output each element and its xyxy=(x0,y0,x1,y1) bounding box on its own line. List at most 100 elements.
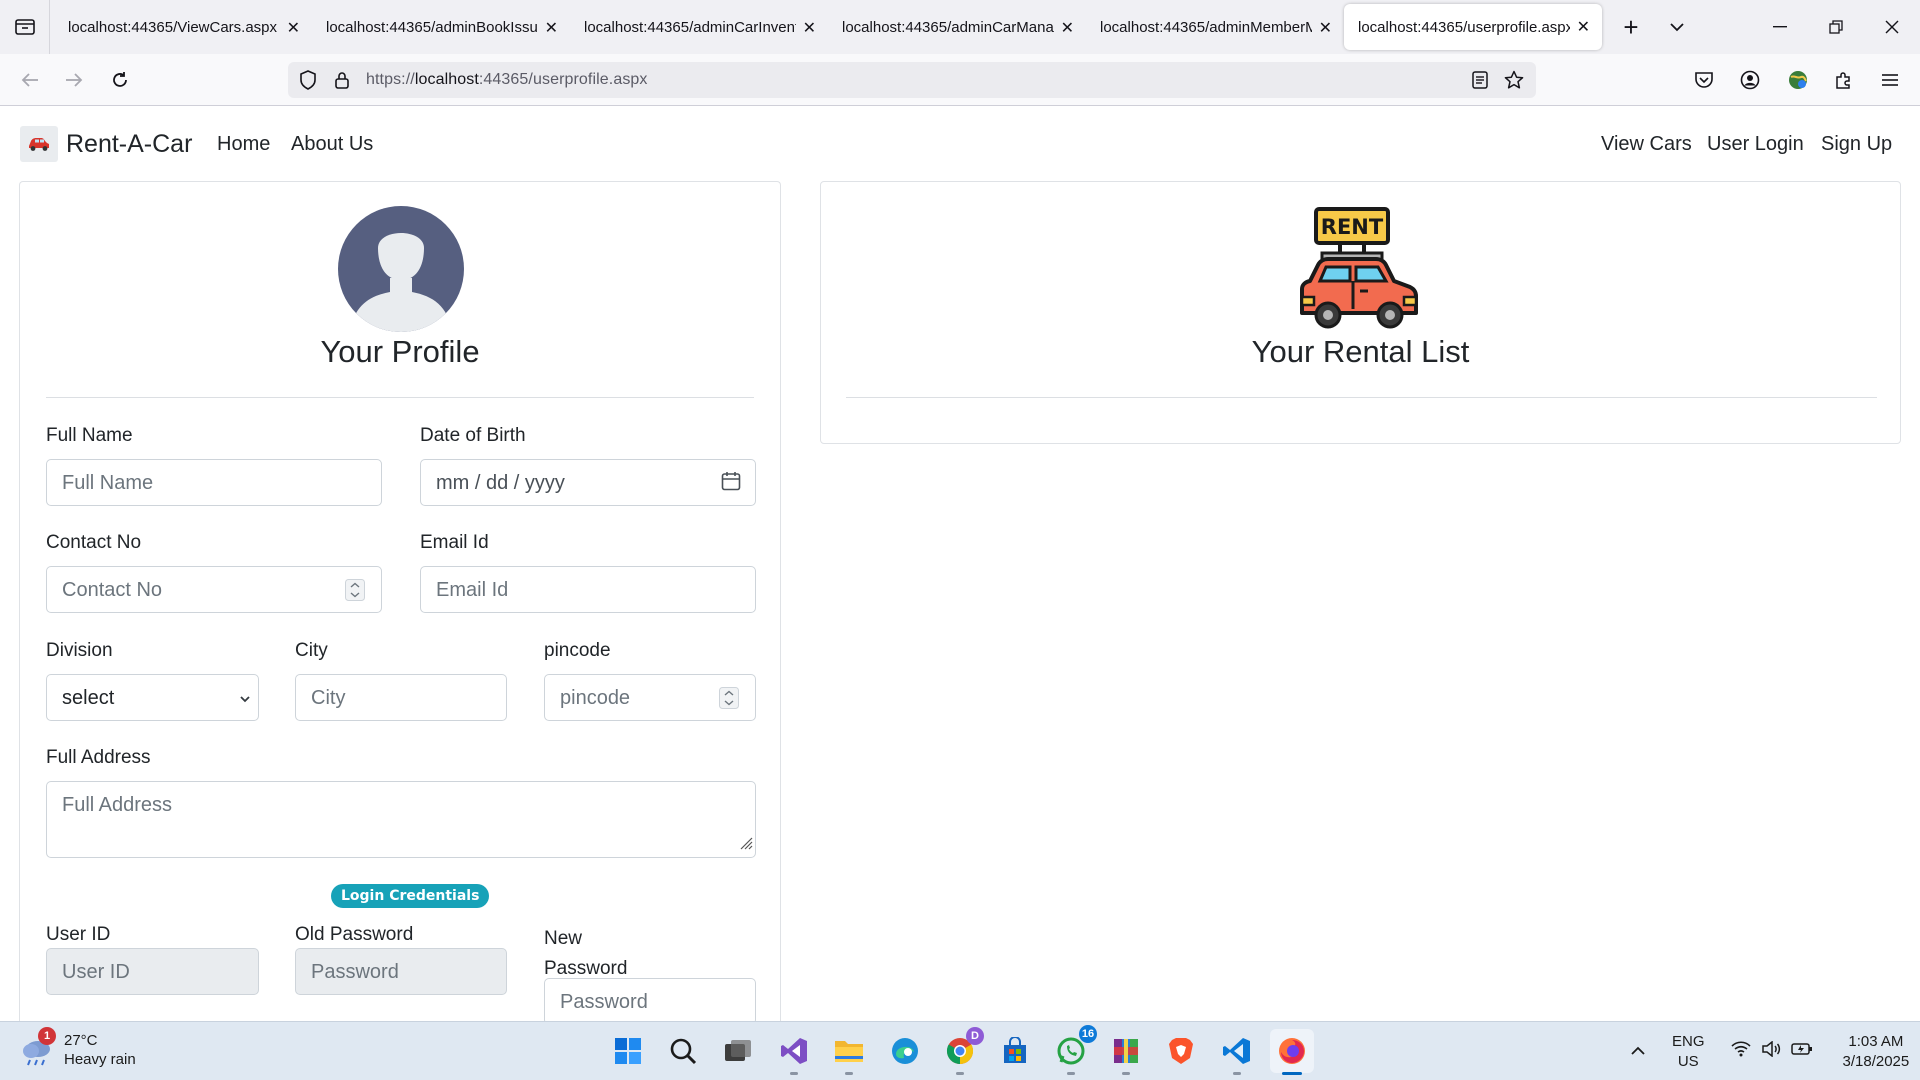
firefox-view-button[interactable] xyxy=(0,0,50,54)
reload-button[interactable] xyxy=(104,64,136,96)
brand-link[interactable]: Rent-A-Car xyxy=(20,126,192,162)
language-indicator[interactable]: ENG US xyxy=(1672,1032,1705,1072)
new-tab-button[interactable]: + xyxy=(1608,5,1654,49)
list-all-tabs-button[interactable] xyxy=(1654,5,1700,49)
nav-view-cars-link[interactable]: View Cars xyxy=(1601,133,1692,156)
city-input[interactable]: City xyxy=(295,674,507,721)
back-button[interactable] xyxy=(14,64,46,96)
new-password-label: New Password xyxy=(544,928,628,979)
restore-button[interactable] xyxy=(1808,0,1864,54)
pincode-input[interactable]: pincode xyxy=(544,674,756,721)
profile-title: Your Profile xyxy=(320,334,480,369)
chrome-profile-badge: D xyxy=(966,1027,984,1045)
rent-sign-text: RENT xyxy=(1321,215,1384,239)
rental-list-card: RENT Your Rental List xyxy=(820,181,1901,444)
close-icon[interactable]: ✕ xyxy=(1577,17,1590,37)
firefox-view-icon xyxy=(14,19,35,35)
extension-globe-icon[interactable] xyxy=(1784,66,1812,94)
user-avatar-icon xyxy=(338,206,464,332)
battery-charging-icon[interactable] xyxy=(1790,1042,1813,1061)
close-icon[interactable]: ✕ xyxy=(1061,18,1074,38)
extensions-puzzle-icon[interactable] xyxy=(1830,66,1858,94)
minimize-icon xyxy=(1773,26,1787,28)
rain-cloud-icon: 1 xyxy=(20,1027,56,1067)
browser-tab[interactable]: localhost:44365/adminCarInvent ✕ xyxy=(570,5,828,49)
pocket-icon[interactable] xyxy=(1690,66,1718,94)
browser-tab[interactable]: localhost:44365/ViewCars.aspx ✕ xyxy=(54,5,312,49)
store-icon[interactable] xyxy=(995,1031,1035,1071)
address-textarea[interactable]: Full Address xyxy=(46,781,756,858)
browser-tab-active[interactable]: localhost:44365/userprofile.aspx ✕ xyxy=(1344,4,1602,50)
task-view-icon[interactable] xyxy=(718,1031,758,1071)
close-icon[interactable]: ✕ xyxy=(1319,18,1332,38)
shield-icon[interactable] xyxy=(298,70,318,90)
contact-label: Contact No xyxy=(46,532,142,553)
divider xyxy=(846,397,1877,398)
file-explorer-icon[interactable] xyxy=(829,1031,869,1075)
address-bar[interactable]: https://localhost:44365/userprofile.aspx xyxy=(288,62,1536,98)
browser-toolbar: https://localhost:44365/userprofile.aspx xyxy=(0,54,1920,106)
start-icon[interactable] xyxy=(608,1031,648,1071)
browser-tab[interactable]: localhost:44365/adminBookIssue ✕ xyxy=(312,5,570,49)
bookmark-star-icon[interactable] xyxy=(1504,70,1524,90)
reader-view-icon[interactable] xyxy=(1470,70,1490,90)
minimize-button[interactable] xyxy=(1752,0,1808,54)
user-id-input: User ID xyxy=(46,948,259,995)
edge-icon[interactable] xyxy=(885,1031,925,1071)
vscode-icon[interactable] xyxy=(1217,1031,1257,1075)
user-id-label: User ID xyxy=(46,924,111,945)
lock-icon[interactable] xyxy=(332,70,352,90)
resize-grip-icon[interactable] xyxy=(739,833,753,855)
hamburger-menu-icon[interactable] xyxy=(1876,66,1904,94)
window-controls xyxy=(1752,0,1920,54)
car-logo-icon xyxy=(20,126,58,162)
nav-sign-up-link[interactable]: Sign Up xyxy=(1821,133,1892,156)
contact-input[interactable]: Contact No xyxy=(46,566,382,613)
visual-studio-icon[interactable] xyxy=(774,1031,814,1075)
close-icon[interactable]: ✕ xyxy=(803,18,816,38)
wifi-icon[interactable] xyxy=(1730,1041,1751,1062)
login-credentials-badge: Login Credentials xyxy=(331,884,490,908)
forward-button[interactable] xyxy=(58,64,90,96)
account-icon[interactable] xyxy=(1736,66,1764,94)
close-icon[interactable]: ✕ xyxy=(545,18,558,38)
chrome-icon[interactable]: D xyxy=(940,1027,984,1075)
close-icon[interactable]: ✕ xyxy=(287,18,300,38)
brave-icon[interactable] xyxy=(1161,1031,1201,1071)
plus-icon: + xyxy=(1623,11,1639,42)
city-label: City xyxy=(295,640,328,661)
whatsapp-icon[interactable]: 16 xyxy=(1051,1025,1097,1075)
division-select[interactable]: select xyxy=(46,674,259,721)
site-navbar: Rent-A-Car Home About Us View Cars User … xyxy=(0,106,1920,180)
close-window-button[interactable] xyxy=(1864,0,1920,54)
number-spinner-icon[interactable] xyxy=(719,687,739,714)
browser-tab[interactable]: localhost:44365/adminMemberM ✕ xyxy=(1086,5,1344,49)
clock[interactable]: 1:03 AM 3/18/2025 xyxy=(1843,1032,1910,1072)
chevron-down-icon xyxy=(1670,23,1684,32)
winrar-icon[interactable] xyxy=(1106,1031,1146,1075)
division-label: Division xyxy=(46,640,113,661)
calendar-icon[interactable] xyxy=(721,471,741,496)
number-spinner-icon[interactable] xyxy=(345,579,365,606)
email-label: Email Id xyxy=(420,532,489,553)
old-password-label: Old Password xyxy=(295,924,414,945)
tab-title: localhost:44365/adminCarInvent xyxy=(584,18,796,36)
volume-icon[interactable] xyxy=(1761,1040,1781,1062)
nav-home-link[interactable]: Home xyxy=(217,133,270,156)
new-password-input[interactable]: Password xyxy=(544,978,756,1025)
full-name-input[interactable]: Full Name xyxy=(46,459,382,506)
nav-user-login-link[interactable]: User Login xyxy=(1707,133,1804,156)
firefox-icon[interactable] xyxy=(1270,1029,1314,1075)
rental-car-icon: RENT xyxy=(1300,207,1418,329)
weather-widget[interactable]: 1 27°C Heavy rain xyxy=(20,1027,136,1069)
dob-input[interactable]: mm / dd / yyyy xyxy=(420,459,756,506)
email-input[interactable]: Email Id xyxy=(420,566,756,613)
search-icon[interactable] xyxy=(663,1031,703,1071)
browser-tab-strip: localhost:44365/ViewCars.aspx ✕ localhost… xyxy=(0,0,1920,54)
browser-tab[interactable]: localhost:44365/adminCarMana ✕ xyxy=(828,5,1086,49)
chevron-up-icon[interactable] xyxy=(1630,1043,1646,1061)
tab-title: localhost:44365/adminMemberM xyxy=(1100,18,1312,36)
nav-about-link[interactable]: About Us xyxy=(291,133,373,156)
restore-icon xyxy=(1829,20,1843,34)
weather-desc: Heavy rain xyxy=(64,1051,136,1068)
